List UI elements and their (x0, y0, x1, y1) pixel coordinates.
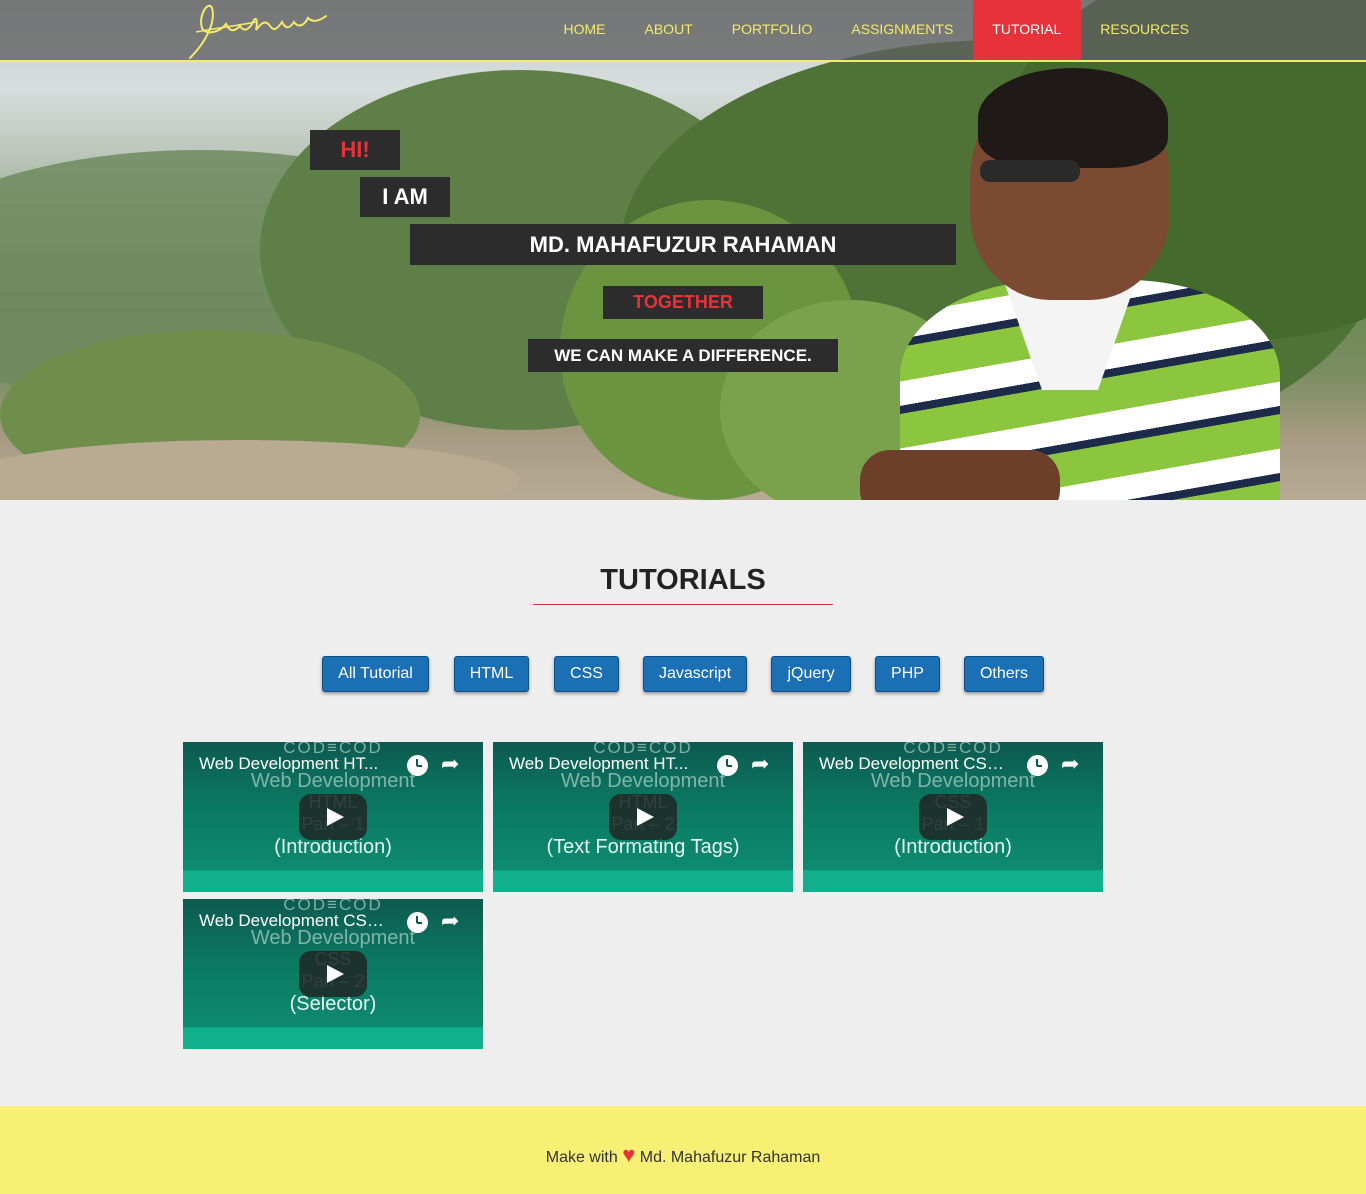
play-button-icon[interactable] (299, 951, 367, 997)
nav-home[interactable]: HOME (544, 0, 625, 60)
nav-tutorial[interactable]: TUTORIAL (972, 0, 1081, 60)
play-button-icon[interactable] (299, 794, 367, 840)
video-title[interactable]: Web Development CSS ... (199, 911, 395, 931)
filter-php-button[interactable]: PHP (875, 656, 940, 692)
hero-banner: HI! I AM MD. MAHAFUZUR RAHAMAN TOGETHER … (0, 0, 1366, 500)
main-nav: HOME ABOUT PORTFOLIO ASSIGNMENTS TUTORIA… (544, 0, 1208, 60)
site-header: HOME ABOUT PORTFOLIO ASSIGNMENTS TUTORIA… (0, 0, 1366, 62)
signature-logo-icon (189, 5, 327, 59)
nav-assignments[interactable]: ASSIGNMENTS (832, 0, 973, 60)
hero-i-am-label: I AM (360, 177, 450, 217)
filter-others-button[interactable]: Others (964, 656, 1044, 692)
play-button-icon[interactable] (919, 794, 987, 840)
filter-javascript-button[interactable]: Javascript (643, 656, 747, 692)
tutorials-title: TUTORIALS (600, 564, 766, 596)
share-icon[interactable]: ➦ (751, 751, 775, 777)
nav-about[interactable]: ABOUT (625, 0, 712, 60)
footer-prefix: Make with (545, 1149, 618, 1166)
nav-portfolio[interactable]: PORTFOLIO (712, 0, 832, 60)
video-title[interactable]: Web Development CSS ... (819, 754, 1015, 774)
person-arm (860, 450, 1060, 500)
video-card[interactable]: COD≡COD Web Development CSS Part – 1 (In… (803, 742, 1103, 892)
footer-author: Md. Mahafuzur Rahaman (639, 1149, 821, 1166)
title-underline (533, 604, 833, 605)
hero-together-label: TOGETHER (603, 286, 763, 319)
video-title[interactable]: Web Development HT... (509, 754, 705, 774)
video-title[interactable]: Web Development HT... (199, 754, 395, 774)
filter-jquery-button[interactable]: jQuery (771, 656, 851, 692)
site-footer: Make with ♥ Md. Mahafuzur Rahaman (0, 1106, 1366, 1194)
hero-path (0, 440, 520, 500)
person-hair (978, 68, 1168, 168)
share-icon[interactable]: ➦ (1061, 751, 1085, 777)
video-card[interactable]: COD≡COD Web Development HTML Part – 2 (T… (493, 742, 793, 892)
watch-later-icon[interactable] (407, 755, 428, 776)
share-icon[interactable]: ➦ (441, 908, 465, 934)
nav-resources[interactable]: RESOURCES (1081, 0, 1209, 60)
hero-person-photo (860, 60, 1290, 500)
video-card[interactable]: COD≡COD Web Development CSS Part – 2 (Se… (183, 899, 483, 1049)
filter-all-tutorial-button[interactable]: All Tutorial (322, 656, 429, 692)
filter-html-button[interactable]: HTML (454, 656, 529, 692)
signature-logo[interactable] (186, 2, 336, 60)
video-card[interactable]: COD≡COD Web Development HTML Part – 1 (I… (183, 742, 483, 892)
play-button-icon[interactable] (609, 794, 677, 840)
person-sunglasses (980, 160, 1080, 182)
watch-later-icon[interactable] (717, 755, 738, 776)
hero-hi-label: HI! (310, 130, 400, 170)
hero-name-label: MD. MAHAFUZUR RAHAMAN (410, 224, 956, 265)
watch-later-icon[interactable] (1027, 755, 1048, 776)
watch-later-icon[interactable] (407, 912, 428, 933)
hero-difference-label: WE CAN MAKE A DIFFERENCE. (528, 339, 838, 372)
footer-credit: Make with ♥ Md. Mahafuzur Rahaman (0, 1142, 1366, 1168)
heart-icon: ♥ (622, 1142, 636, 1167)
share-icon[interactable]: ➦ (441, 751, 465, 777)
filter-css-button[interactable]: CSS (554, 656, 619, 692)
